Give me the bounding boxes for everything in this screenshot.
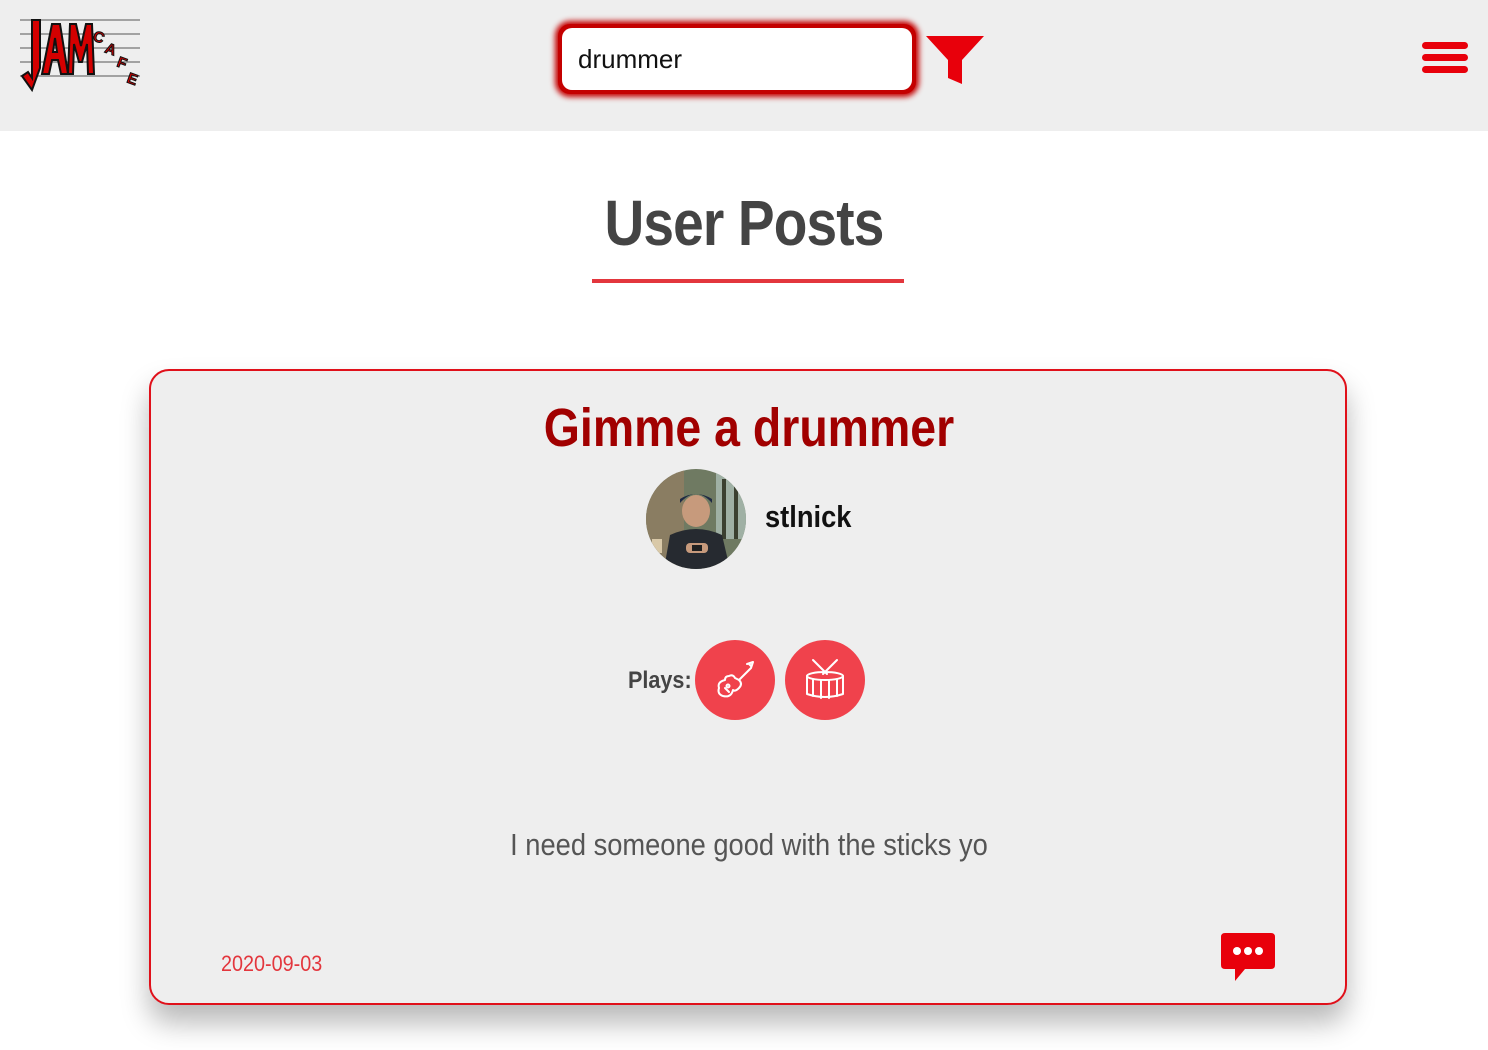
jam-cafe-logo[interactable]: C A F E (18, 16, 142, 96)
post-username[interactable]: stlnick (765, 499, 851, 535)
instrument-guitar[interactable] (695, 640, 775, 720)
instrument-drums[interactable] (785, 640, 865, 720)
drum-icon (806, 659, 844, 699)
top-header: C A F E (0, 0, 1488, 131)
svg-text:E: E (125, 70, 140, 89)
svg-text:A: A (103, 40, 119, 60)
search-input[interactable] (562, 28, 912, 90)
post-date: 2020-09-03 (221, 951, 323, 976)
post-body: I need someone good with the sticks yo (510, 827, 988, 862)
plays-label: Plays: (628, 667, 692, 694)
hamburger-menu-icon[interactable] (1420, 38, 1472, 76)
comment-bubble-icon[interactable] (1219, 931, 1277, 985)
guitar-icon (717, 661, 754, 698)
post-title[interactable]: Gimme a drummer (235, 397, 1264, 459)
filter-icon[interactable] (922, 30, 988, 88)
page-title: User Posts (604, 187, 885, 259)
svg-text:F: F (115, 54, 129, 73)
user-avatar[interactable] (646, 469, 746, 569)
post-card[interactable]: Gimme a drummer stlnick Plays: I need so… (149, 369, 1347, 1005)
title-underline (592, 279, 904, 283)
search-field-wrapper (558, 24, 916, 94)
